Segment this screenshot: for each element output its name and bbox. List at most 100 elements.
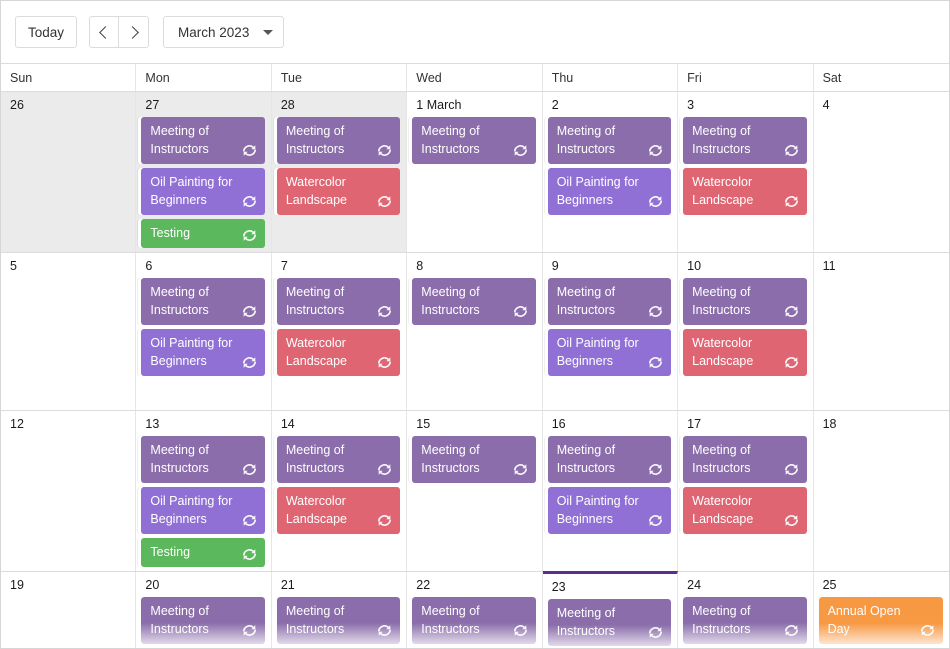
calendar-event[interactable]: Meeting of Instructors: [547, 278, 672, 325]
calendar-event[interactable]: Meeting of Instructors: [276, 597, 401, 644]
recurrence-icon: [784, 462, 799, 477]
calendar-event[interactable]: Meeting of Instructors: [547, 599, 672, 646]
day-number: 22: [416, 578, 431, 592]
recurrence-icon: [377, 143, 392, 158]
calendar-event[interactable]: Watercolor Landscape: [683, 487, 807, 534]
day-of-week-tue: Tue: [271, 64, 408, 91]
event-title: Oil Painting for Beginners: [556, 175, 639, 207]
day-cell[interactable]: 27 Meeting of Instructors Oil Painting for…: [136, 92, 272, 252]
recurrence-icon: [784, 355, 799, 370]
event-title: Meeting of Instructors: [421, 604, 480, 636]
day-cell[interactable]: 21 Meeting of InstructorsWatercolor Lands…: [271, 572, 408, 648]
day-of-week-fri: Fri: [678, 64, 814, 91]
calendar-event[interactable]: Oil Painting for Beginners: [141, 168, 265, 215]
day-cell[interactable]: 4: [813, 92, 949, 252]
day-cell[interactable]: 17 Meeting of Instructors Watercolor Lands…: [678, 411, 814, 571]
calendar-event[interactable]: Meeting of Instructors: [412, 436, 536, 483]
calendar-event[interactable]: Meeting of Instructors: [683, 117, 807, 164]
previous-period-button[interactable]: [89, 16, 120, 48]
day-cell[interactable]: 6 Meeting of Instructors Oil Painting for …: [136, 253, 272, 410]
recurrence-icon: [648, 355, 663, 370]
day-cell[interactable]: 14 Meeting of Instructors Watercolor Lands…: [271, 411, 408, 571]
day-cell[interactable]: 5: [1, 253, 137, 410]
calendar-event[interactable]: Meeting of Instructors: [412, 597, 536, 644]
calendar-event[interactable]: Meeting of Instructors: [547, 436, 672, 483]
day-cell[interactable]: 7 Meeting of Instructors Watercolor Landsc…: [271, 253, 408, 410]
calendar-event[interactable]: Meeting of Instructors: [141, 597, 265, 644]
day-cell[interactable]: 15 Meeting of Instructors: [407, 411, 543, 571]
recurrence-icon: [784, 143, 799, 158]
recurrence-icon: [242, 355, 257, 370]
day-cell[interactable]: 1 March Meeting of Instructors: [407, 92, 543, 252]
period-selector-button[interactable]: March 2023: [163, 16, 285, 48]
recurrence-icon: [648, 304, 663, 319]
day-cell[interactable]: 28 Meeting of Instructors Watercolor Lands…: [271, 92, 408, 252]
day-cell[interactable]: 8 Meeting of Instructors: [407, 253, 543, 410]
calendar-event[interactable]: Oil Painting for Beginners: [547, 487, 672, 534]
calendar-event[interactable]: Meeting of Instructors: [276, 436, 401, 483]
day-cell[interactable]: 9 Meeting of Instructors Oil Painting for …: [542, 253, 679, 410]
day-number: 13: [145, 417, 160, 431]
event-title: Watercolor Landscape: [692, 336, 754, 368]
week-row: 19 20 Meeting of InstructorsOil Painting f…: [1, 571, 949, 648]
recurrence-icon: [377, 462, 392, 477]
day-number: 2: [551, 98, 559, 112]
calendar-event[interactable]: Meeting of Instructors: [412, 278, 536, 325]
calendar-event[interactable]: Testing: [141, 219, 265, 248]
calendar-event[interactable]: Meeting of Instructors: [683, 278, 807, 325]
event-list: Meeting of Instructors Oil Painting for B…: [543, 436, 677, 534]
calendar-event[interactable]: Meeting of Instructors: [683, 436, 807, 483]
day-number: 1 March: [416, 98, 462, 112]
day-cell[interactable]: 16 Meeting of Instructors Oil Painting for…: [542, 411, 679, 571]
day-cell[interactable]: 12: [1, 411, 137, 571]
day-of-week-header: Sun Mon Tue Wed Thu Fri Sat: [1, 64, 949, 92]
day-number: 20: [145, 578, 160, 592]
day-cell[interactable]: 11: [813, 253, 949, 410]
next-period-button[interactable]: [119, 16, 150, 48]
day-cell[interactable]: 19: [1, 572, 137, 648]
calendar-event[interactable]: Oil Painting for Beginners: [547, 329, 672, 376]
day-cell[interactable]: 18: [813, 411, 949, 571]
calendar-event[interactable]: Meeting of Instructors: [276, 117, 401, 164]
day-cell[interactable]: 10 Meeting of Instructors Watercolor Lands…: [678, 253, 814, 410]
event-list: Meeting of Instructors Watercolor Landsca…: [678, 436, 812, 534]
day-of-week-label: Sat: [822, 70, 842, 85]
day-cell[interactable]: 22 Meeting of Instructors: [407, 572, 543, 648]
calendar-event[interactable]: Testing: [141, 538, 265, 567]
calendar-event[interactable]: Watercolor Landscape: [276, 487, 401, 534]
calendar-event[interactable]: Watercolor Landscape: [683, 168, 807, 215]
calendar-event[interactable]: Oil Painting for Beginners: [141, 329, 265, 376]
event-title: Oil Painting for Beginners: [150, 175, 233, 207]
calendar-event[interactable]: Meeting of Instructors: [276, 278, 401, 325]
calendar-event[interactable]: Meeting of Instructors: [141, 278, 265, 325]
calendar-event[interactable]: Watercolor Landscape: [276, 168, 401, 215]
calendar-event[interactable]: Meeting of Instructors: [412, 117, 536, 164]
day-of-week-wed: Wed: [407, 64, 543, 91]
calendar-event[interactable]: Meeting of Instructors: [547, 117, 672, 164]
calendar-event[interactable]: Meeting of Instructors: [683, 597, 807, 644]
day-cell[interactable]: 26: [1, 92, 137, 252]
event-title: Meeting of Instructors: [692, 604, 751, 636]
day-number: 17: [687, 417, 702, 431]
calendar-event[interactable]: Meeting of Instructors: [141, 117, 265, 164]
day-of-week-sun: Sun: [1, 64, 137, 91]
recurrence-icon: [377, 513, 392, 528]
calendar-event[interactable]: Oil Painting for Beginners: [547, 168, 672, 215]
recurrence-icon: [648, 625, 663, 640]
event-title: Oil Painting for Beginners: [556, 494, 639, 526]
calendar-event[interactable]: Annual Open Day: [818, 597, 943, 644]
day-cell[interactable]: 3 Meeting of Instructors Watercolor Landsc…: [678, 92, 814, 252]
day-number: 27: [145, 98, 160, 112]
day-cell[interactable]: 24 Meeting of InstructorsWatercolor Lands…: [678, 572, 814, 648]
day-cell[interactable]: 13 Meeting of Instructors Oil Painting for…: [136, 411, 272, 571]
calendar-event[interactable]: Meeting of Instructors: [141, 436, 265, 483]
today-button[interactable]: Today: [15, 16, 78, 48]
calendar-event[interactable]: Watercolor Landscape: [683, 329, 807, 376]
calendar-event[interactable]: Oil Painting for Beginners: [141, 487, 265, 534]
day-cell[interactable]: 25 Annual Open Day: [813, 572, 949, 648]
day-cell[interactable]: 2 Meeting of Instructors Oil Painting for …: [542, 92, 679, 252]
day-cell-today[interactable]: 23 Meeting of InstructorsOil Painting for…: [542, 571, 679, 648]
day-cell[interactable]: 20 Meeting of InstructorsOil Painting for…: [136, 572, 272, 648]
recurrence-icon: [242, 194, 257, 209]
calendar-event[interactable]: Watercolor Landscape: [276, 329, 401, 376]
